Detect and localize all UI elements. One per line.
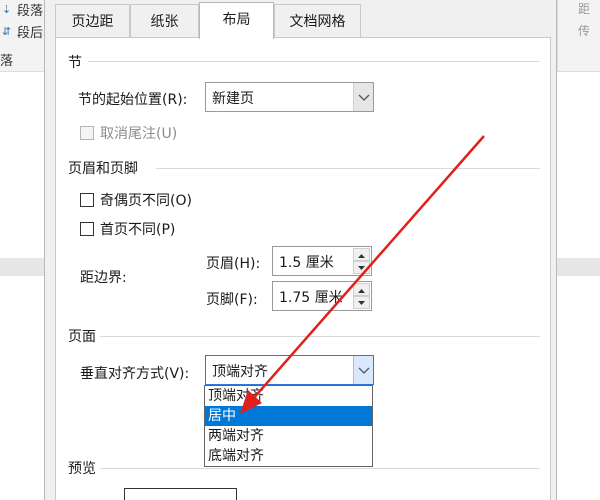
section-divider [88,61,540,62]
document-page-edge [0,276,44,500]
chevron-down-icon [358,94,370,101]
first-page-label: 首页不同(P) [100,222,176,238]
preview-group-title: 预览 [68,461,96,477]
option-top[interactable]: 顶端对齐 [205,386,372,406]
vertical-alignment-value: 顶端对齐 [212,364,268,380]
ribbon-paragraph-item[interactable]: ⇣ 段落 [2,0,43,19]
spacing-after-icon: ⇵ [2,25,12,38]
footer-distance-label: 页脚(F): [206,292,258,308]
header-distance-label: 页眉(H): [206,256,261,272]
first-page-checkbox[interactable] [80,222,94,236]
option-bottom[interactable]: 底端对齐 [205,446,372,466]
page-group-title: 页面 [68,329,96,345]
header-spinner-arrows [353,248,370,274]
headers-footers-group-title: 页眉和页脚 [68,161,138,177]
vertical-alignment-dropdown-list: 顶端对齐 居中 两端对齐 底端对齐 [204,385,373,467]
suppress-endnotes-checkbox[interactable] [80,126,94,140]
paragraph-spacing-icon: ⇣ [2,3,12,16]
spin-up-button[interactable] [353,283,370,296]
headers-footers-divider [156,168,540,169]
header-distance-spinner[interactable]: 1.5 厘米 [272,246,372,276]
ribbon-group-label: 落 [0,54,14,69]
from-edge-label: 距边界: [80,270,127,286]
spin-up-button[interactable] [353,248,370,261]
vertical-alignment-label: 垂直对齐方式(V): [80,366,190,382]
header-distance-value: 1.5 厘米 [279,255,334,271]
footer-spinner-arrows [353,283,370,309]
page-divider [100,336,540,337]
odd-even-checkbox[interactable] [80,193,94,207]
tab-margins[interactable]: 页边距 [55,4,130,38]
caret-up-icon [358,254,365,258]
section-start-label: 节的起始位置(R): [78,92,188,108]
preview-page-thumbnail [124,488,237,500]
section-start-value: 新建页 [212,91,254,107]
footer-distance-spinner[interactable]: 1.75 厘米 [272,281,372,311]
tab-layout[interactable]: 布局 [199,2,274,39]
caret-up-icon [358,289,365,293]
vertical-alignment-select[interactable]: 顶端对齐 [205,355,374,385]
odd-even-label: 奇偶页不同(O) [100,193,192,209]
dialog-tab-bar: 页边距 纸张 布局 文档网格 [55,2,551,39]
option-justified[interactable]: 两端对齐 [205,426,372,446]
preview-divider [100,468,540,469]
ribbon-space-after-item[interactable]: ⇵ 段后 [2,22,43,41]
ribbon-right-group: 距 传 [557,0,600,72]
spin-down-button[interactable] [353,261,370,274]
chevron-down-icon [358,367,370,374]
vertical-alignment-dropdown-button[interactable] [353,356,373,384]
section-start-select[interactable]: 新建页 [205,82,374,112]
caret-down-icon [358,301,365,305]
section-start-dropdown-button[interactable] [353,83,373,111]
ribbon-right-label-1: 距 [578,2,591,16]
section-group-title: 节 [68,55,82,71]
option-center[interactable]: 居中 [205,406,372,426]
ribbon-right-label-2: 传 [578,24,591,38]
caret-down-icon [358,266,365,270]
spin-down-button[interactable] [353,296,370,309]
suppress-endnotes-label: 取消尾注(U) [100,126,178,142]
footer-distance-value: 1.75 厘米 [279,290,343,306]
tab-document-grid[interactable]: 文档网格 [274,4,361,38]
tab-paper[interactable]: 纸张 [130,4,199,38]
